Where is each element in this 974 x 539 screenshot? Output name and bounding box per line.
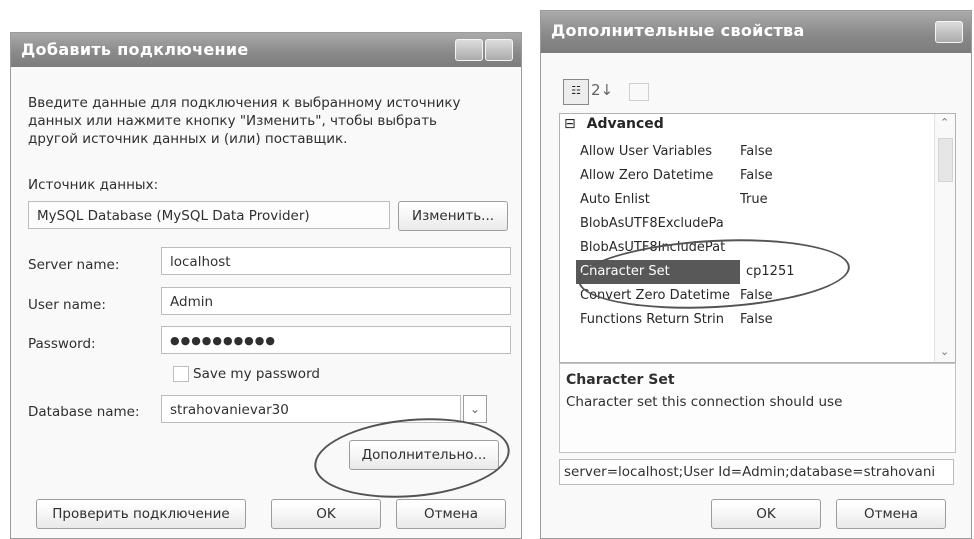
categorized-icon[interactable]: ☷ xyxy=(563,79,589,105)
user-label: User name: xyxy=(28,297,106,313)
server-label: Server name: xyxy=(28,257,120,273)
save-password-label: Save my password xyxy=(193,366,320,382)
database-label: Database name: xyxy=(28,404,140,420)
description-panel: Character Set Character set this connect… xyxy=(559,363,956,453)
datasource-field: MySQL Database (MySQL Data Provider) xyxy=(28,201,390,229)
chevron-up-icon[interactable]: ⌃ xyxy=(940,116,949,129)
prop-row[interactable]: Allow Zero Datetime False xyxy=(560,164,930,188)
props-cancel-button[interactable]: Отмена xyxy=(836,499,946,529)
password-input[interactable]: ●●●●●●●●●● xyxy=(161,326,511,354)
password-label: Password: xyxy=(28,336,96,352)
vertical-scrollbar[interactable]: ⌃ ⌄ xyxy=(934,114,955,362)
intro-line-1: Введите данные для подключения к выбранн… xyxy=(28,95,461,111)
description-title: Character Set xyxy=(566,372,675,388)
prop-row[interactable]: BlobAsUTF8ExcludePa xyxy=(560,212,930,236)
add-connection-dialog: Добавить подключение Введите данные для … xyxy=(10,32,522,539)
property-pages-icon[interactable] xyxy=(629,83,649,101)
chevron-down-icon: ⌄ xyxy=(470,402,481,416)
advanced-properties-titlebar[interactable]: Дополнительные свойства xyxy=(541,11,971,53)
close-title-button-2[interactable] xyxy=(935,21,963,43)
chevron-down-icon[interactable]: ⌄ xyxy=(940,345,949,358)
intro-line-2: данных или нажмите кнопку "Изменить", чт… xyxy=(28,113,438,129)
cancel-button[interactable]: Отмена xyxy=(396,499,506,529)
category-label: Advanced xyxy=(586,116,664,132)
alphabetical-icon[interactable]: 2↓ xyxy=(591,81,613,99)
user-name-input[interactable]: Admin xyxy=(161,287,511,315)
help-title-button[interactable] xyxy=(455,39,483,61)
scrollbar-thumb[interactable] xyxy=(938,138,953,182)
prop-row[interactable]: Allow User Variables False xyxy=(560,140,930,164)
collapse-icon: ⊟ xyxy=(564,116,576,132)
advanced-category[interactable]: ⊟ Advanced xyxy=(564,116,664,132)
description-text: Character set this connection should use xyxy=(566,394,843,410)
connection-string-field[interactable]: server=localhost;User Id=Admin;database=… xyxy=(559,459,954,485)
props-ok-button[interactable]: OK xyxy=(711,499,821,529)
intro-line-3: другой источник данных и (или) поставщик… xyxy=(28,131,348,147)
prop-row[interactable]: Auto Enlist True xyxy=(560,188,930,212)
advanced-properties-title: Дополнительные свойства xyxy=(551,21,805,40)
ok-button[interactable]: OK xyxy=(271,499,381,529)
save-password-checkbox[interactable] xyxy=(173,366,189,382)
advanced-properties-dialog: Дополнительные свойства ☷ 2↓ ⊟ Advanced … xyxy=(540,10,972,539)
server-name-input[interactable]: localhost xyxy=(161,247,511,275)
database-dropdown-button[interactable]: ⌄ xyxy=(463,395,487,423)
highlight-ellipse-advanced xyxy=(310,410,514,506)
change-datasource-button[interactable]: Изменить... xyxy=(398,201,508,231)
prop-row[interactable]: Functions Return Strin False xyxy=(560,308,930,332)
close-title-button[interactable] xyxy=(485,39,513,61)
test-connection-button[interactable]: Проверить подключение xyxy=(36,499,246,529)
add-connection-titlebar[interactable]: Добавить подключение xyxy=(11,33,521,67)
toolbar: ☷ 2↓ xyxy=(563,79,663,105)
property-grid: ⊟ Advanced Allow User Variables False All… xyxy=(559,113,956,363)
add-connection-title: Добавить подключение xyxy=(21,40,249,59)
datasource-label: Источник данных: xyxy=(28,177,159,193)
